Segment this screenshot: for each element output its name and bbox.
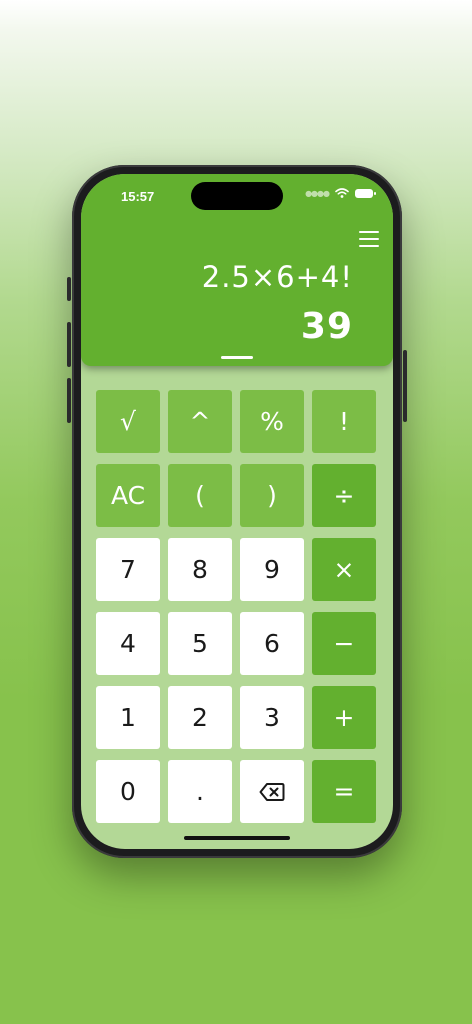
decimal-point-button[interactable]: . [168, 760, 232, 823]
close-paren-button[interactable]: ) [240, 464, 304, 527]
factorial-button[interactable]: ! [312, 390, 376, 453]
digit-6-button[interactable]: 6 [240, 612, 304, 675]
volume-up-button [67, 322, 71, 367]
backspace-button[interactable] [240, 760, 304, 823]
menu-line [359, 231, 379, 233]
digit-8-button[interactable]: 8 [168, 538, 232, 601]
sqrt-button[interactable]: √ [96, 390, 160, 453]
open-paren-button[interactable]: ( [168, 464, 232, 527]
screen: 15:57 ●●●● 2.5×6+4! 39 √ ^%! AC() ÷ 7 8 9 × 4 5 6 [81, 174, 393, 849]
cellular-signal-icon: ●●●● [305, 188, 330, 198]
volume-down-button [67, 378, 71, 423]
digit-0-button[interactable]: 0 [96, 760, 160, 823]
mute-switch [67, 277, 71, 301]
expression-text: 2.5×6+4! [201, 260, 353, 294]
keypad: √ ^%! AC() ÷ 7 8 9 × 4 5 6− 1 2 3 +0. = [96, 390, 378, 823]
menu-line [359, 238, 379, 240]
result-text: 39 [300, 306, 353, 347]
power-button [403, 350, 407, 422]
hamburger-menu-icon[interactable] [359, 231, 379, 247]
digit-2-button[interactable]: 2 [168, 686, 232, 749]
digit-9-button[interactable]: 9 [240, 538, 304, 601]
phone-frame: 15:57 ●●●● 2.5×6+4! 39 √ ^%! AC() ÷ 7 8 9 × 4 5 6 [67, 165, 407, 858]
add-button[interactable]: + [312, 686, 376, 749]
wifi-icon [335, 188, 349, 198]
menu-line [359, 245, 379, 247]
status-time: 15:57 [121, 189, 155, 204]
calculator-display: 15:57 ●●●● 2.5×6+4! 39 [81, 174, 393, 366]
status-icons: ●●●● [305, 188, 376, 198]
digit-5-button[interactable]: 5 [168, 612, 232, 675]
digit-3-button[interactable]: 3 [240, 686, 304, 749]
drag-handle[interactable] [221, 356, 253, 359]
percent-button[interactable]: % [240, 390, 304, 453]
digit-7-button[interactable]: 7 [96, 538, 160, 601]
digit-4-button[interactable]: 4 [96, 612, 160, 675]
power-button[interactable]: ^ [168, 390, 232, 453]
digit-1-button[interactable]: 1 [96, 686, 160, 749]
all-clear-button[interactable]: AC [96, 464, 160, 527]
equals-button[interactable]: = [312, 760, 376, 823]
divide-button[interactable]: ÷ [312, 464, 376, 527]
home-indicator[interactable] [184, 836, 290, 840]
dynamic-island [191, 182, 283, 210]
subtract-button[interactable]: − [312, 612, 376, 675]
battery-icon [355, 188, 376, 198]
multiply-button[interactable]: × [312, 538, 376, 601]
backspace-icon [259, 782, 285, 801]
